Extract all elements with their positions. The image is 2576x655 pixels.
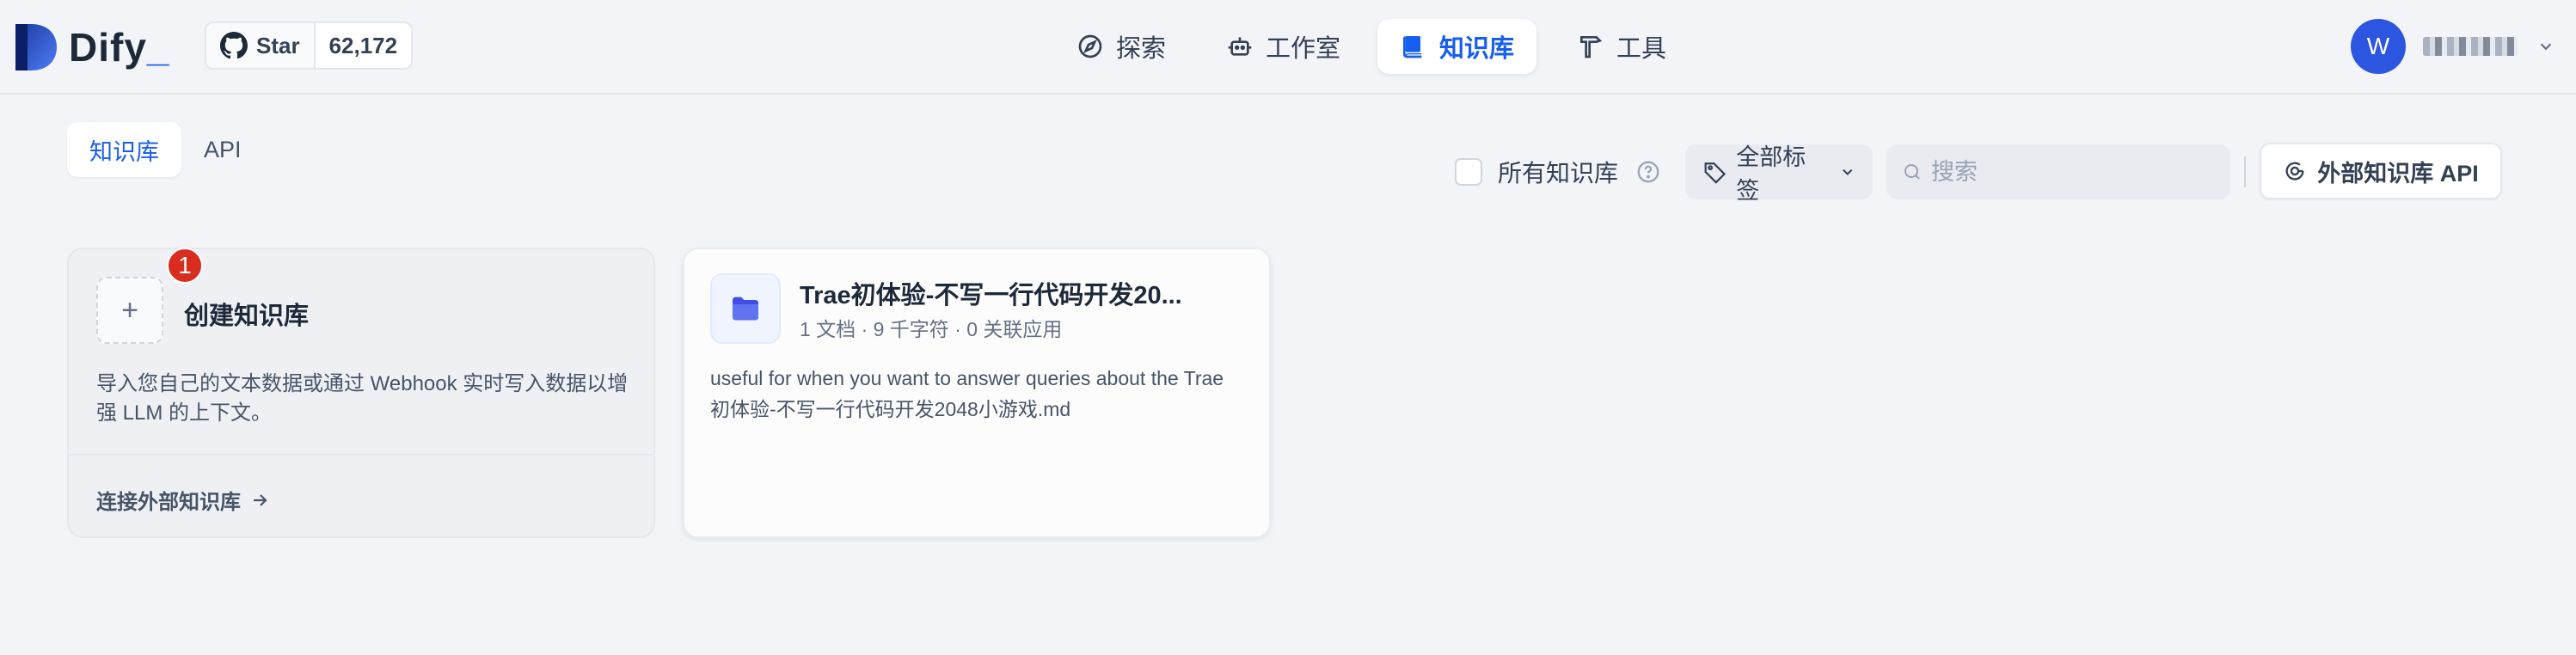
github-icon [220,32,248,59]
nav-explore-label: 探索 [1116,35,1167,63]
search-icon [1904,164,1920,180]
dataset-description: useful for when you want to answer queri… [710,367,1224,420]
tag-filter-dropdown[interactable]: 全部标签 [1685,144,1873,204]
search-box[interactable] [1886,144,2230,199]
nav-knowledge[interactable]: 知识库 [1377,19,1537,74]
dataset-title[interactable]: Trae初体验-不写一行代码开发20... [800,275,1247,311]
robot-icon [1228,37,1252,56]
arrow-right-icon [254,493,267,506]
user-name-redacted [2423,37,2518,56]
dify-logo-mark-icon [15,24,57,70]
tab-knowledge[interactable]: 知识库 [67,122,181,177]
dataset-icon-box [710,273,781,344]
chevron-down-icon[interactable] [2536,37,2555,56]
external-knowledge-api-label: 外部知识库 API [2317,160,2479,187]
nav-tools[interactable]: 工具 [1555,19,1689,74]
dataset-meta: 1 文档 · 9 千字符 · 0 关联应用 [800,318,1063,340]
api-connection-icon [2285,162,2304,181]
chevron-down-icon [1842,168,1852,175]
avatar[interactable]: W [2351,19,2406,74]
dify-logo[interactable]: Dify_ [14,22,170,72]
nav-studio[interactable]: 工作室 [1204,19,1363,74]
github-star-button[interactable]: Star [206,23,316,68]
plus-icon[interactable]: + [96,277,163,344]
tab-api[interactable]: API [181,122,264,177]
github-star-widget[interactable]: Star 62,172 [205,21,414,70]
all-knowledge-label: 所有知识库 [1498,160,1619,187]
notification-badge: 1 [167,248,203,284]
toolbar-divider [2244,156,2246,187]
compass-icon [1078,34,1102,58]
nav-knowledge-label: 知识库 [1439,35,1515,63]
top-header: Dify_ Star 62,172 探索 工作室 知识库 工具 W [0,0,2576,95]
create-knowledge-title[interactable]: 创建知识库 [184,296,309,332]
github-star-count: 62,172 [328,32,398,58]
folder-icon [733,297,758,321]
connect-external-knowledge-label: 连接外部知识库 [96,491,241,514]
card-divider [69,454,653,456]
help-circle-icon[interactable] [1635,159,1661,185]
book-icon [1403,36,1422,58]
github-star-label: Star [256,32,300,58]
connect-external-knowledge-link[interactable]: 连接外部知识库 [96,485,270,515]
all-knowledge-checkbox[interactable] [1455,158,1482,186]
create-knowledge-description: 导入您自己的文本数据或通过 Webhook 实时写入数据以增强 LLM 的上下文… [96,372,629,425]
dataset-card[interactable]: Trae初体验-不写一行代码开发20... 1 文档 · 9 千字符 · 0 关… [683,248,1271,538]
hammer-icon [1580,36,1603,58]
all-knowledge-toggle[interactable]: 所有知识库 [1455,146,1661,198]
external-knowledge-api-button[interactable]: 外部知识库 API [2260,143,2502,199]
dify-logo-text: Dify_ [69,25,170,70]
nav-tools-label: 工具 [1616,35,1667,63]
user-menu[interactable]: W [2351,19,2555,74]
tag-icon [1704,162,1727,184]
tag-filter-label: 全部标签 [1736,144,1806,204]
nav-explore[interactable]: 探索 [1054,19,1188,74]
dataset-tabs: 知识库 API [67,122,264,177]
search-input[interactable] [1931,158,2215,186]
nav-studio-label: 工作室 [1266,35,1341,63]
create-knowledge-card[interactable]: + 1 创建知识库 导入您自己的文本数据或通过 Webhook 实时写入数据以增… [67,248,655,538]
